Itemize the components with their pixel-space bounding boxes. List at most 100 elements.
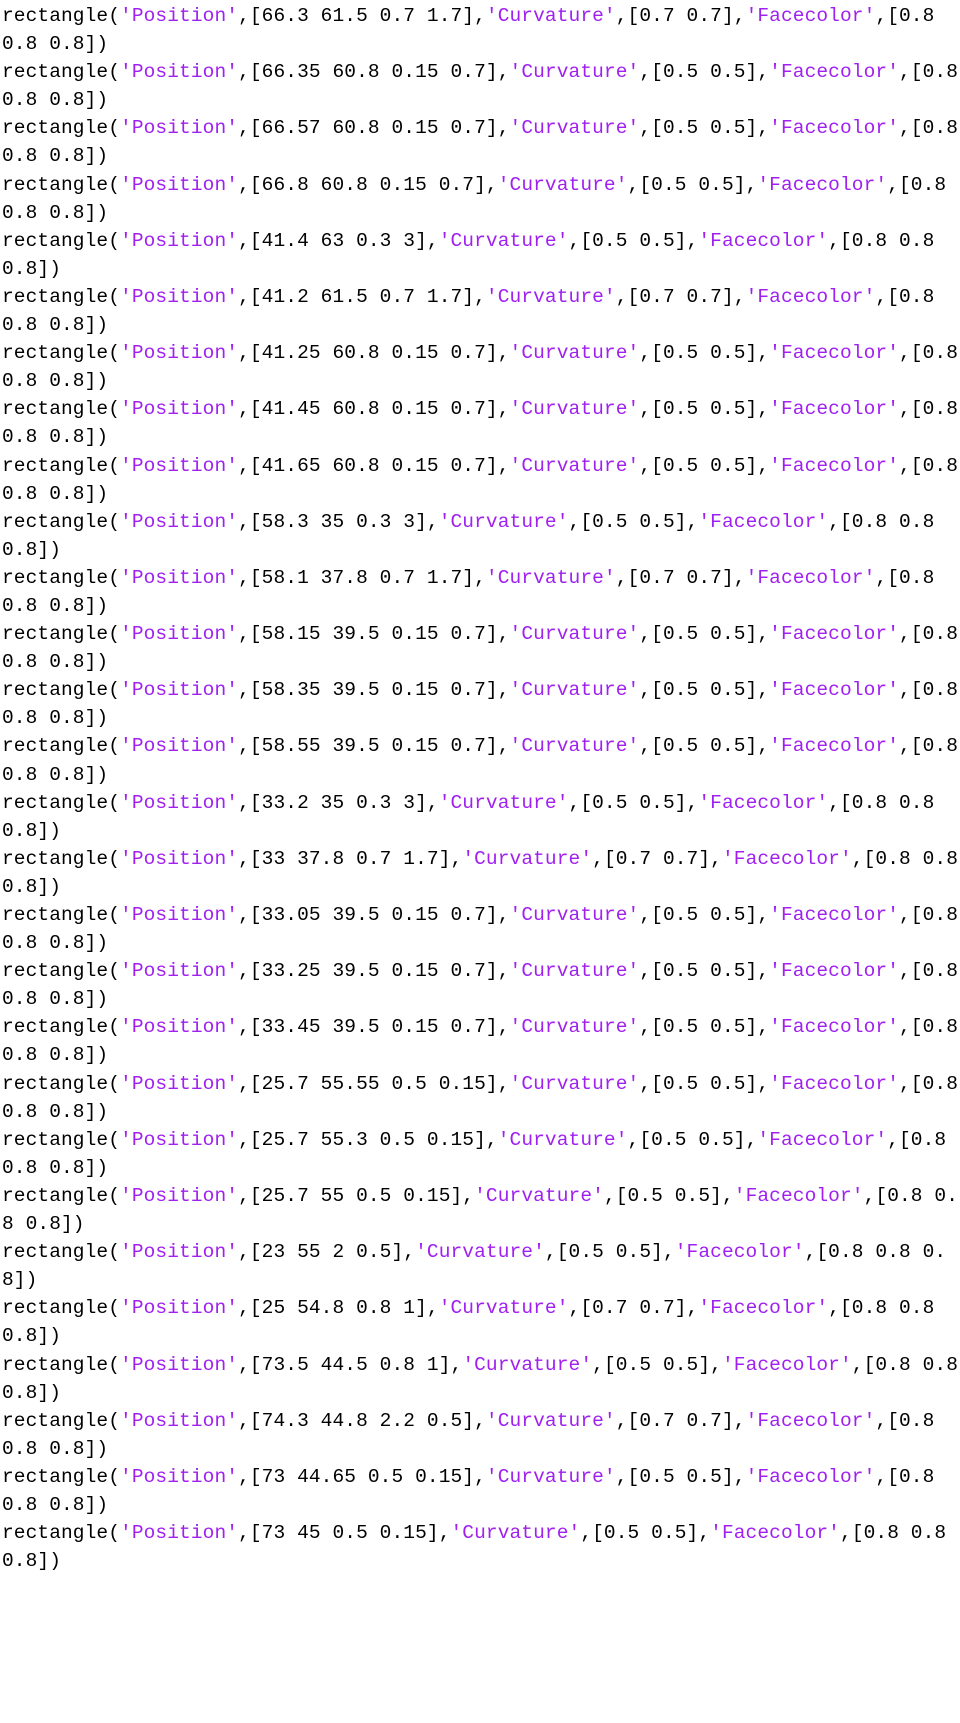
curvature-option-string: 'Curvature' — [485, 285, 616, 308]
function-call-token: rectangle( — [2, 1353, 121, 1376]
curvature-values-token: ,[0.7 0.7], — [568, 1297, 699, 1320]
curvature-option-string: 'Curvature' — [485, 566, 616, 589]
curvature-option-string: 'Curvature' — [509, 398, 640, 421]
position-values-token: ,[58.35 39.5 0.15 0.7], — [238, 679, 510, 702]
facecolor-option-string: 'Facecolor' — [769, 960, 899, 983]
function-call-token: rectangle( — [2, 566, 121, 589]
position-values-token: ,[33.05 39.5 0.15 0.7], — [238, 904, 510, 926]
facecolor-option-string: 'Facecolor' — [698, 791, 829, 814]
position-option-string: 'Position' — [120, 847, 239, 870]
code-line: rectangle('Position',[73 44.65 0.5 0.15]… — [2, 1463, 958, 1519]
position-option-string: 'Position' — [120, 679, 239, 702]
facecolor-option-string: 'Facecolor' — [745, 566, 876, 589]
facecolor-option-string: 'Facecolor' — [769, 61, 899, 84]
code-line: rectangle('Position',[33.05 39.5 0.15 0.… — [2, 901, 958, 957]
facecolor-option-string: 'Facecolor' — [769, 735, 899, 758]
facecolor-option-string: 'Facecolor' — [745, 5, 876, 27]
code-line: rectangle('Position',[41.4 63 0.3 3],'Cu… — [2, 227, 958, 283]
curvature-values-token: ,[0.7 0.7], — [615, 5, 746, 27]
facecolor-option-string: 'Facecolor' — [745, 1465, 876, 1488]
code-line: rectangle('Position',[33 37.8 0.7 1.7],'… — [2, 845, 958, 901]
facecolor-option-string: 'Facecolor' — [757, 173, 888, 196]
code-line: rectangle('Position',[73.5 44.5 0.8 1],'… — [2, 1351, 958, 1407]
function-call-token: rectangle( — [2, 1465, 121, 1488]
function-call-token: rectangle( — [2, 342, 121, 365]
code-line: rectangle('Position',[73 45 0.5 0.15],'C… — [2, 1519, 958, 1575]
position-values-token: ,[25.7 55.3 0.5 0.15], — [238, 1128, 498, 1151]
function-call-token: rectangle( — [2, 229, 121, 252]
code-line: rectangle('Position',[33.25 39.5 0.15 0.… — [2, 957, 958, 1013]
position-option-string: 'Position' — [120, 61, 239, 84]
function-call-token: rectangle( — [2, 173, 121, 196]
curvature-option-string: 'Curvature' — [438, 791, 569, 814]
function-call-token: rectangle( — [2, 1016, 121, 1039]
code-listing[interactable]: rectangle('Position',[66.3 61.5 0.7 1.7]… — [0, 0, 958, 1575]
position-option-string: 'Position' — [120, 960, 239, 983]
code-line: rectangle('Position',[41.2 61.5 0.7 1.7]… — [2, 283, 958, 339]
facecolor-option-string: 'Facecolor' — [769, 679, 899, 702]
curvature-values-token: ,[0.5 0.5], — [603, 1184, 734, 1207]
position-values-token: ,[33.2 35 0.3 3], — [238, 791, 439, 814]
function-call-token: rectangle( — [2, 904, 121, 926]
position-option-string: 'Position' — [120, 117, 239, 140]
facecolor-option-string: 'Facecolor' — [698, 229, 829, 252]
position-option-string: 'Position' — [120, 1184, 239, 1207]
function-call-token: rectangle( — [2, 1072, 121, 1095]
curvature-values-token: ,[0.5 0.5], — [639, 117, 770, 140]
curvature-values-token: ,[0.5 0.5], — [639, 623, 770, 646]
facecolor-option-string: 'Facecolor' — [721, 1353, 852, 1376]
position-values-token: ,[25.7 55 0.5 0.15], — [238, 1184, 475, 1207]
position-values-token: ,[41.25 60.8 0.15 0.7], — [238, 342, 510, 365]
curvature-option-string: 'Curvature' — [462, 847, 593, 870]
function-call-token: rectangle( — [2, 791, 121, 814]
code-line: rectangle('Position',[66.3 61.5 0.7 1.7]… — [2, 2, 958, 58]
facecolor-option-string: 'Facecolor' — [698, 1297, 829, 1320]
position-values-token: ,[66.8 60.8 0.15 0.7], — [238, 173, 498, 196]
code-line: rectangle('Position',[25.7 55 0.5 0.15],… — [2, 1182, 958, 1238]
position-option-string: 'Position' — [120, 1128, 239, 1151]
curvature-option-string: 'Curvature' — [509, 342, 640, 365]
facecolor-option-string: 'Facecolor' — [769, 342, 899, 365]
curvature-values-token: ,[0.5 0.5], — [639, 904, 770, 926]
position-option-string: 'Position' — [120, 454, 239, 477]
code-line: rectangle('Position',[41.25 60.8 0.15 0.… — [2, 339, 958, 395]
curvature-values-token: ,[0.5 0.5], — [639, 735, 770, 758]
position-values-token: ,[33.45 39.5 0.15 0.7], — [238, 1016, 510, 1039]
curvature-option-string: 'Curvature' — [509, 117, 640, 140]
position-option-string: 'Position' — [120, 1353, 239, 1376]
code-line: rectangle('Position',[66.57 60.8 0.15 0.… — [2, 114, 958, 170]
position-values-token: ,[25 54.8 0.8 1], — [238, 1297, 439, 1320]
curvature-option-string: 'Curvature' — [509, 1016, 640, 1039]
facecolor-option-string: 'Facecolor' — [745, 285, 876, 308]
curvature-option-string: 'Curvature' — [509, 623, 640, 646]
facecolor-option-string: 'Facecolor' — [769, 454, 899, 477]
position-option-string: 'Position' — [120, 735, 239, 758]
facecolor-option-string: 'Facecolor' — [733, 1184, 864, 1207]
position-values-token: ,[23 55 2 0.5], — [238, 1241, 416, 1264]
position-option-string: 'Position' — [120, 623, 239, 646]
facecolor-option-string: 'Facecolor' — [769, 1072, 899, 1095]
facecolor-option-string: 'Facecolor' — [757, 1128, 888, 1151]
position-option-string: 'Position' — [120, 1409, 239, 1432]
position-values-token: ,[41.65 60.8 0.15 0.7], — [238, 454, 510, 477]
function-call-token: rectangle( — [2, 1522, 121, 1545]
function-call-token: rectangle( — [2, 1128, 121, 1151]
facecolor-option-string: 'Facecolor' — [721, 847, 852, 870]
curvature-values-token: ,[0.5 0.5], — [639, 61, 770, 84]
position-option-string: 'Position' — [120, 1072, 239, 1095]
curvature-option-string: 'Curvature' — [438, 1297, 569, 1320]
code-line: rectangle('Position',[58.55 39.5 0.15 0.… — [2, 732, 958, 788]
position-option-string: 'Position' — [120, 566, 239, 589]
facecolor-option-string: 'Facecolor' — [769, 117, 899, 140]
curvature-option-string: 'Curvature' — [450, 1522, 581, 1545]
curvature-option-string: 'Curvature' — [509, 454, 640, 477]
curvature-values-token: ,[0.5 0.5], — [639, 454, 770, 477]
facecolor-option-string: 'Facecolor' — [769, 398, 899, 421]
position-option-string: 'Position' — [120, 1297, 239, 1320]
position-values-token: ,[66.3 61.5 0.7 1.7], — [238, 5, 486, 27]
position-values-token: ,[41.2 61.5 0.7 1.7], — [238, 285, 486, 308]
curvature-values-token: ,[0.7 0.7], — [592, 847, 722, 870]
curvature-values-token: ,[0.7 0.7], — [615, 285, 746, 308]
curvature-values-token: ,[0.5 0.5], — [639, 1072, 770, 1095]
curvature-option-string: 'Curvature' — [509, 61, 640, 84]
